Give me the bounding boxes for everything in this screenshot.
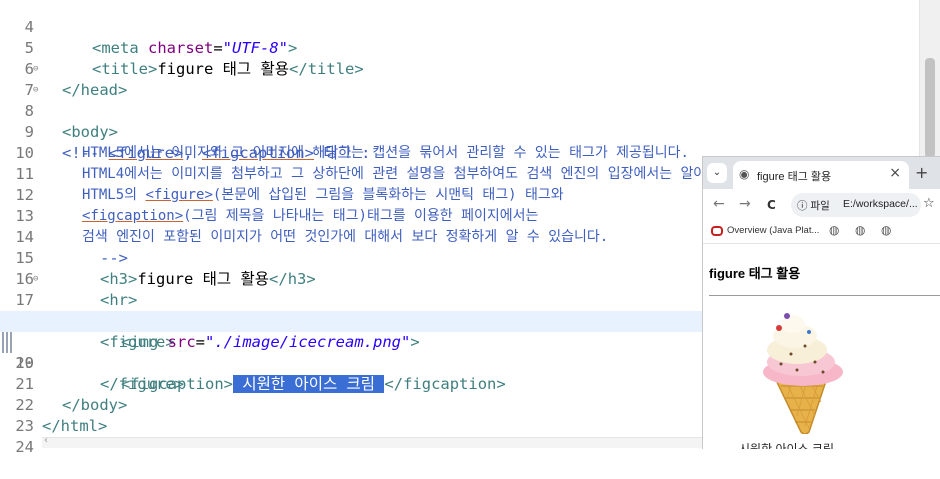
fold-toggle-icon[interactable]: ⊖ (33, 269, 38, 290)
reload-button[interactable]: C (767, 198, 776, 212)
bookmark-star-icon[interactable]: ☆ (923, 196, 935, 211)
scroll-left-icon[interactable]: ‹ (44, 435, 48, 446)
bookmark-overview[interactable]: Overview (Java Plat... (727, 225, 819, 236)
forward-button[interactable]: → (739, 196, 751, 212)
globe-bookmark-icon[interactable]: ◍ (829, 223, 839, 237)
new-tab-button[interactable]: + (915, 163, 928, 182)
tab-title: figure 태그 활용 (757, 171, 832, 183)
horizontal-rule (709, 295, 940, 296)
code-line[interactable]: 8 ⊖ <!-- <figure>, <figcaption> 태그 : (0, 80, 940, 162)
code-line[interactable]: 9 HTML5에서는 이미지와 그 이미지에 해당하는 캡션을 묶어서 관리할 … (0, 101, 940, 161)
code-line[interactable]: 10 HTML4에서는 이미지를 첨부하고 그 상하단에 관련 설명을 첨부하여… (0, 122, 940, 182)
back-button[interactable]: ← (713, 196, 725, 212)
fold-toggle-icon[interactable]: ⊖ (33, 59, 38, 80)
site-info-chip[interactable]: ⓘ 파일 (797, 198, 830, 213)
code-line[interactable]: 7 ⊖ <body> (0, 59, 940, 141)
address-bar[interactable]: ⓘ 파일 E:/workspace/... (791, 193, 921, 217)
address-url[interactable]: E:/workspace/... (843, 198, 918, 210)
icecream-image (763, 313, 843, 434)
globe-bookmark-icon[interactable]: ◍ (855, 223, 865, 237)
oracle-icon (711, 226, 723, 236)
tab-bar: ⌄ ◉ figure 태그 활용 × + (703, 157, 940, 189)
tab-search-button[interactable]: ⌄ (707, 163, 727, 183)
fold-toggle-icon[interactable]: ⊖ (33, 80, 38, 101)
scrollbar-thumb[interactable] (925, 58, 935, 158)
page-content: figure 태그 활용 시원한 아이스 크림 (703, 244, 940, 449)
browser-window[interactable]: ⌄ ◉ figure 태그 활용 × + ← → C ⓘ 파일 E:/works… (702, 156, 940, 449)
close-tab-button[interactable]: × (889, 165, 901, 181)
page-heading: figure 태그 활용 (709, 266, 801, 281)
browser-tab[interactable]: ◉ figure 태그 활용 × (733, 161, 909, 189)
bookmarks-bar: Overview (Java Plat... ◍ ◍ ◍ (703, 221, 940, 244)
globe-bookmark-icon[interactable]: ◍ (881, 223, 891, 237)
navigation-bar: ← → C ⓘ 파일 E:/workspace/... ☆ (703, 189, 940, 221)
horizontal-scrollbar[interactable]: ‹ (42, 435, 702, 448)
code-line[interactable]: 6 </head> (0, 38, 940, 99)
code-line[interactable]: 4 <meta charset="UTF-8"> (0, 0, 940, 57)
globe-icon: ◉ (739, 167, 750, 181)
code-line[interactable]: 5 <title>figure 태그 활용</title> (0, 17, 940, 78)
